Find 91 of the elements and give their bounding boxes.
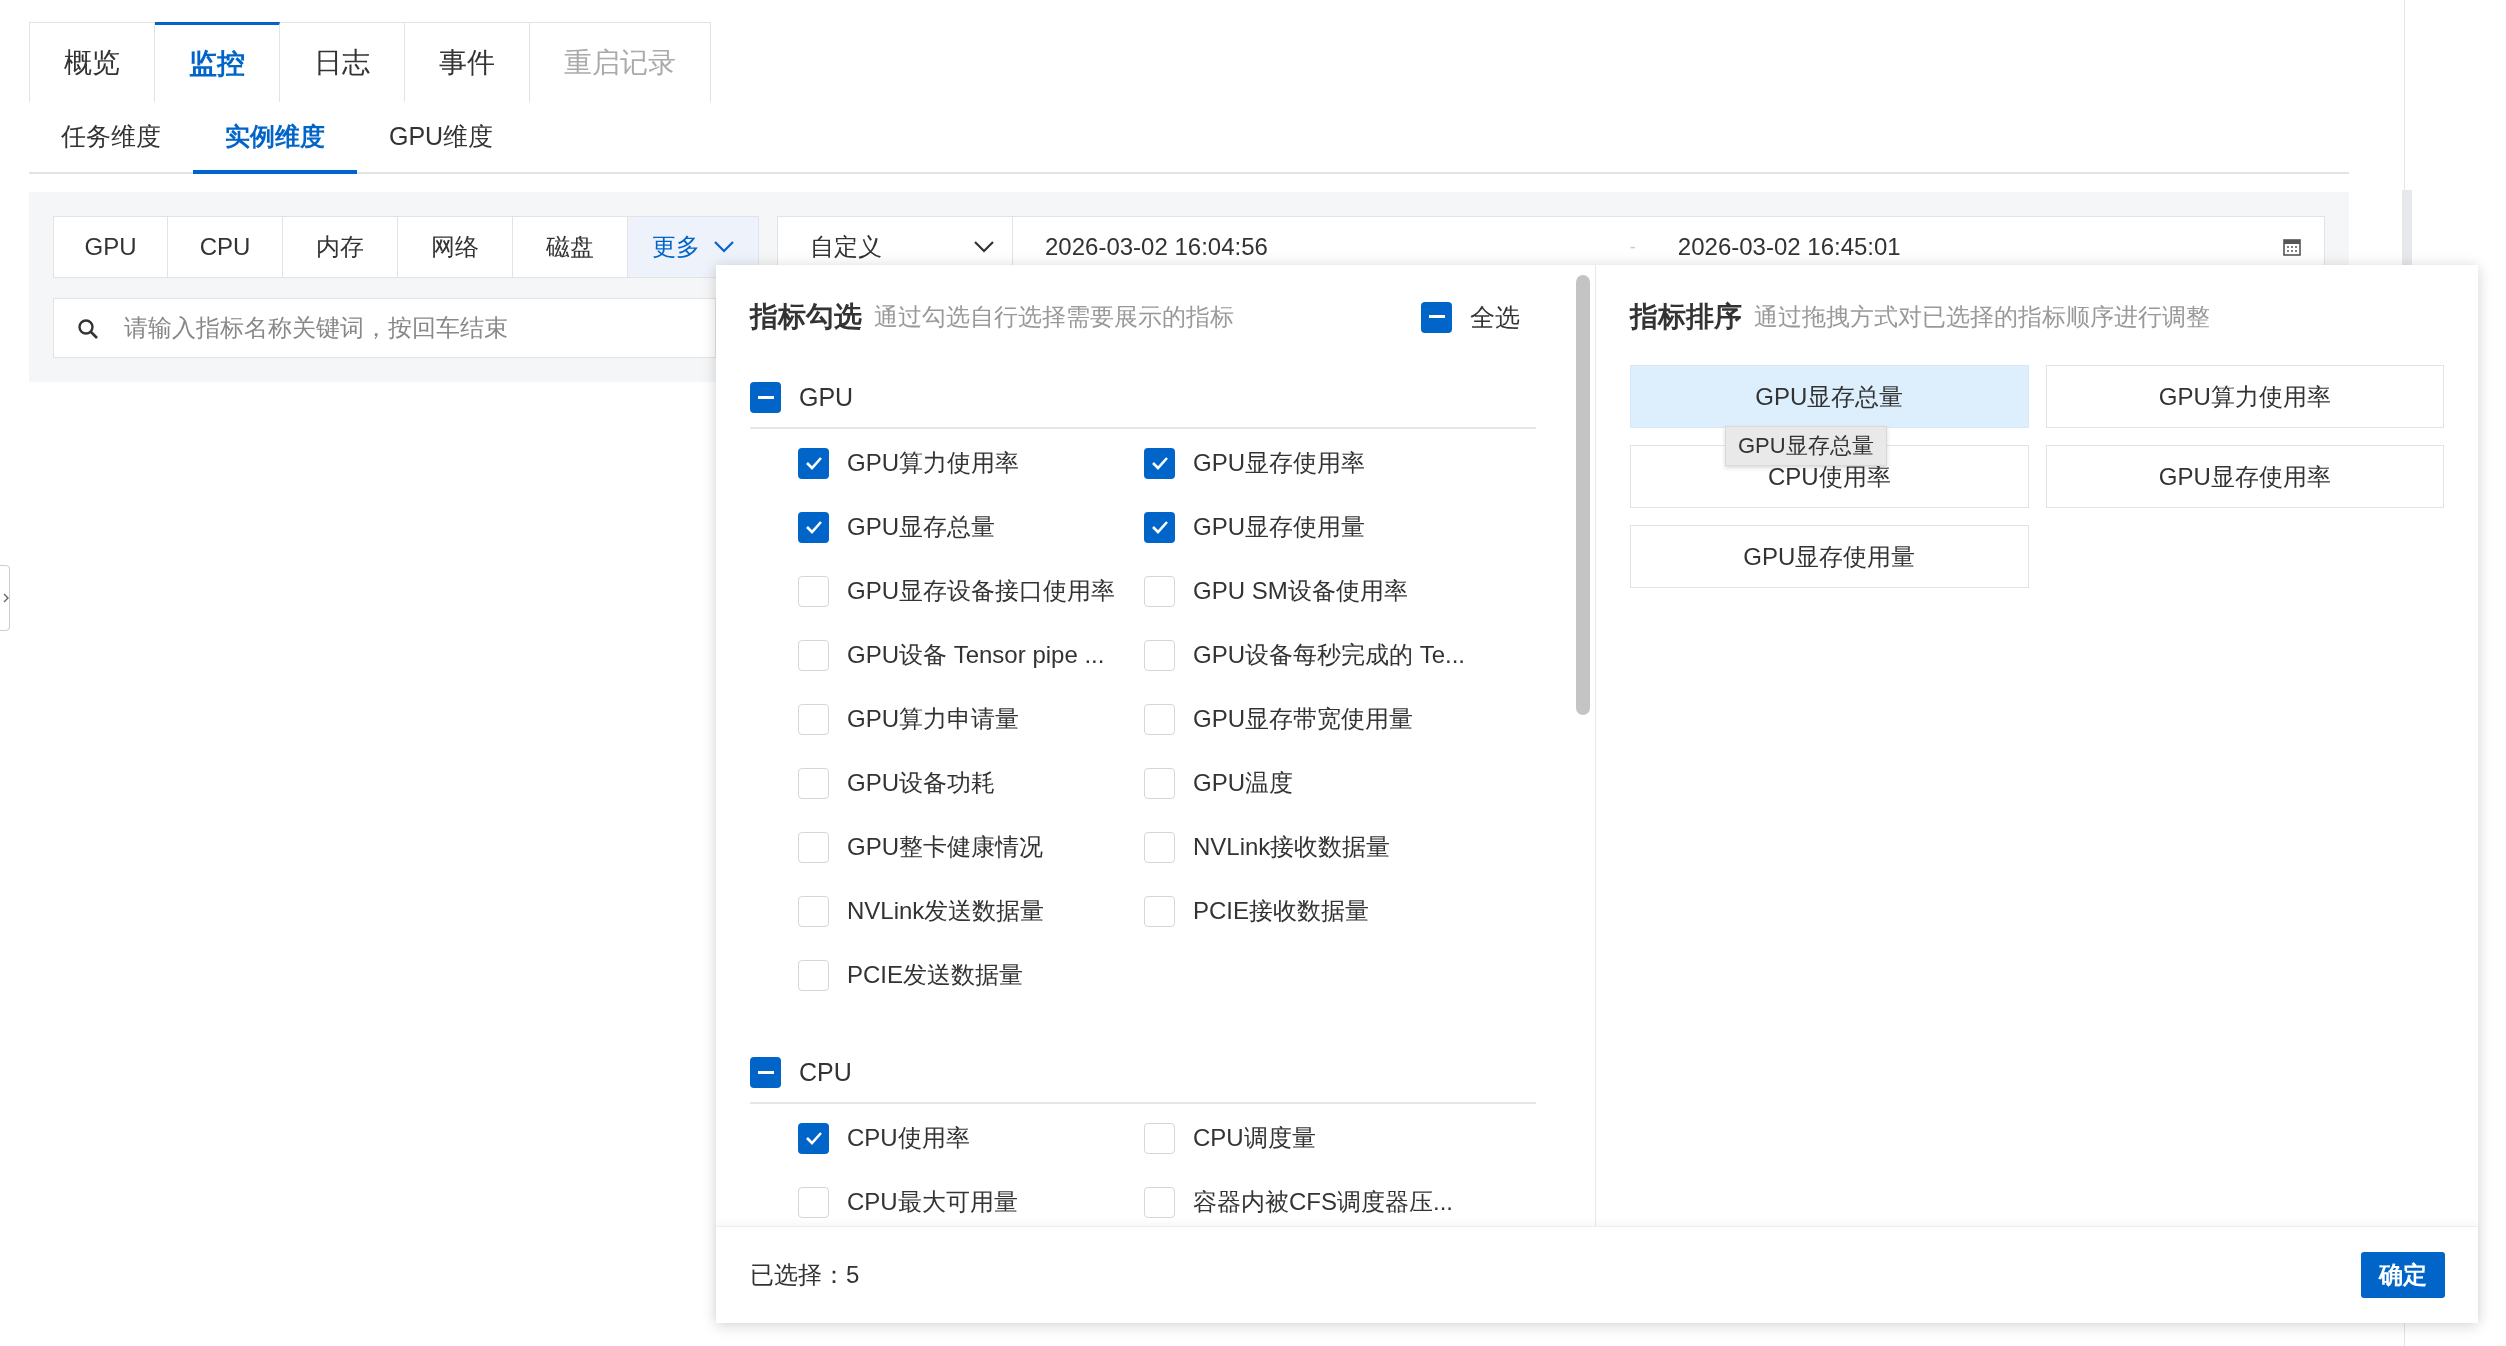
confirm-button[interactable]: 确定: [2361, 1252, 2445, 1298]
sort-card[interactable]: GPU算力使用率: [2045, 365, 2444, 428]
check-icon: [1150, 456, 1169, 470]
checkbox[interactable]: [1144, 831, 1175, 863]
collapse-handle[interactable]: [0, 565, 10, 631]
check-icon: [804, 520, 823, 534]
check-icon: [1150, 520, 1169, 534]
metric-option[interactable]: CPU使用率: [847, 1122, 970, 1154]
sub-tab[interactable]: 实例维度: [193, 102, 357, 174]
metric-button[interactable]: CPU: [168, 216, 283, 278]
metric-option[interactable]: CPU最大可用量: [847, 1186, 1018, 1218]
checkbox[interactable]: [798, 703, 829, 735]
search-icon: [77, 318, 99, 340]
tab[interactable]: 监控: [155, 22, 280, 102]
sub-tab[interactable]: GPU维度: [357, 102, 526, 174]
metric-option[interactable]: 容器内被CFS调度器压...: [1193, 1186, 1453, 1218]
checkbox[interactable]: [1144, 447, 1175, 479]
tab[interactable]: 日志: [280, 22, 405, 102]
chevron-down-icon: [974, 241, 994, 253]
panel-title: 指标勾选: [750, 300, 862, 334]
selected-count: 已选择：5: [750, 1260, 860, 1290]
metric-option[interactable]: GPU温度: [1193, 767, 1293, 799]
checkbox[interactable]: [798, 767, 829, 799]
drag-preview: GPU显存总量: [1725, 426, 1887, 466]
metric-option[interactable]: GPU设备 Tensor pipe ...: [847, 639, 1105, 671]
metric-option[interactable]: GPU设备功耗: [847, 767, 995, 799]
sub-tab[interactable]: 任务维度: [29, 102, 193, 174]
minus-icon: [757, 395, 774, 400]
checkbox[interactable]: [1144, 1122, 1175, 1154]
group-label[interactable]: CPU: [799, 1058, 852, 1087]
checkbox[interactable]: [1421, 301, 1452, 333]
metric-option[interactable]: GPU设备每秒完成的 Te...: [1193, 639, 1466, 671]
metric-option[interactable]: GPU显存带宽使用量: [1193, 703, 1413, 735]
checkbox[interactable]: [750, 382, 781, 413]
checkbox[interactable]: [798, 959, 829, 991]
check-icon: [804, 456, 823, 470]
checkbox[interactable]: [1144, 895, 1175, 927]
checkbox[interactable]: [1144, 1186, 1175, 1218]
checkbox[interactable]: [798, 447, 829, 479]
tab[interactable]: 概览: [29, 22, 155, 102]
metric-button[interactable]: 磁盘: [513, 216, 628, 278]
range-separator: -: [1629, 236, 1636, 258]
select-all-label[interactable]: 全选: [1470, 300, 1520, 334]
more-dropdown[interactable]: 更多: [628, 216, 759, 278]
panel-hint: 通过拖拽方式对已选择的指标顺序进行调整: [1754, 302, 2210, 332]
panel-title: 指标排序: [1630, 300, 1742, 334]
checkbox[interactable]: [798, 511, 829, 543]
metric-option[interactable]: GPU显存设备接口使用率: [847, 575, 1115, 607]
scrollbar-thumb[interactable]: [1575, 275, 1590, 715]
checkbox[interactable]: [1144, 575, 1175, 607]
metric-option[interactable]: NVLink接收数据量: [1193, 831, 1391, 863]
metric-option[interactable]: GPU显存使用量: [1193, 511, 1365, 543]
sort-card[interactable]: GPU显存总量: [1630, 365, 2029, 428]
search-field[interactable]: 请输入指标名称关键词，按回车结束: [53, 298, 716, 358]
checkbox[interactable]: [798, 895, 829, 927]
metric-option[interactable]: GPU显存使用率: [1193, 447, 1365, 479]
checkbox[interactable]: [798, 831, 829, 863]
sort-card[interactable]: GPU显存使用量: [1630, 525, 2029, 588]
checkbox[interactable]: [1144, 639, 1175, 671]
metric-option[interactable]: GPU算力申请量: [847, 703, 1019, 735]
tab[interactable]: 事件: [405, 22, 530, 102]
minus-icon: [1428, 315, 1445, 319]
checkbox[interactable]: [798, 1186, 829, 1218]
checkbox[interactable]: [1144, 511, 1175, 543]
start-time: 2026-03-02 16:04:56: [1044, 233, 1269, 261]
metric-button[interactable]: GPU: [53, 216, 168, 278]
end-time: 2026-03-02 16:45:01: [1676, 233, 1902, 261]
sort-card[interactable]: GPU显存使用率: [2045, 445, 2444, 508]
metric-button[interactable]: 内存: [283, 216, 398, 278]
metric-option[interactable]: PCIE接收数据量: [1193, 895, 1369, 927]
checkbox[interactable]: [798, 575, 829, 607]
check-icon: [804, 1131, 823, 1145]
scrollbar[interactable]: [2402, 190, 2412, 265]
chevron-down-icon: [714, 241, 734, 253]
minus-icon: [757, 1070, 774, 1075]
metric-option[interactable]: PCIE发送数据量: [847, 959, 1023, 991]
checkbox[interactable]: [1144, 767, 1175, 799]
metric-option[interactable]: GPU显存总量: [847, 511, 995, 543]
metric-option[interactable]: CPU调度量: [1193, 1122, 1316, 1154]
checkbox[interactable]: [750, 1057, 781, 1088]
checkbox[interactable]: [798, 639, 829, 671]
metric-option[interactable]: NVLink发送数据量: [847, 895, 1045, 927]
panel-hint: 通过勾选自行选择需要展示的指标: [874, 302, 1234, 332]
group-label[interactable]: GPU: [799, 383, 854, 412]
metric-option[interactable]: GPU SM设备使用率: [1193, 575, 1408, 607]
metric-button[interactable]: 网络: [398, 216, 513, 278]
checkbox[interactable]: [1144, 703, 1175, 735]
metric-option[interactable]: GPU整卡健康情况: [847, 831, 1043, 863]
checkbox[interactable]: [798, 1122, 829, 1154]
metric-option[interactable]: GPU算力使用率: [847, 447, 1019, 479]
calendar-icon[interactable]: [2282, 237, 2302, 257]
